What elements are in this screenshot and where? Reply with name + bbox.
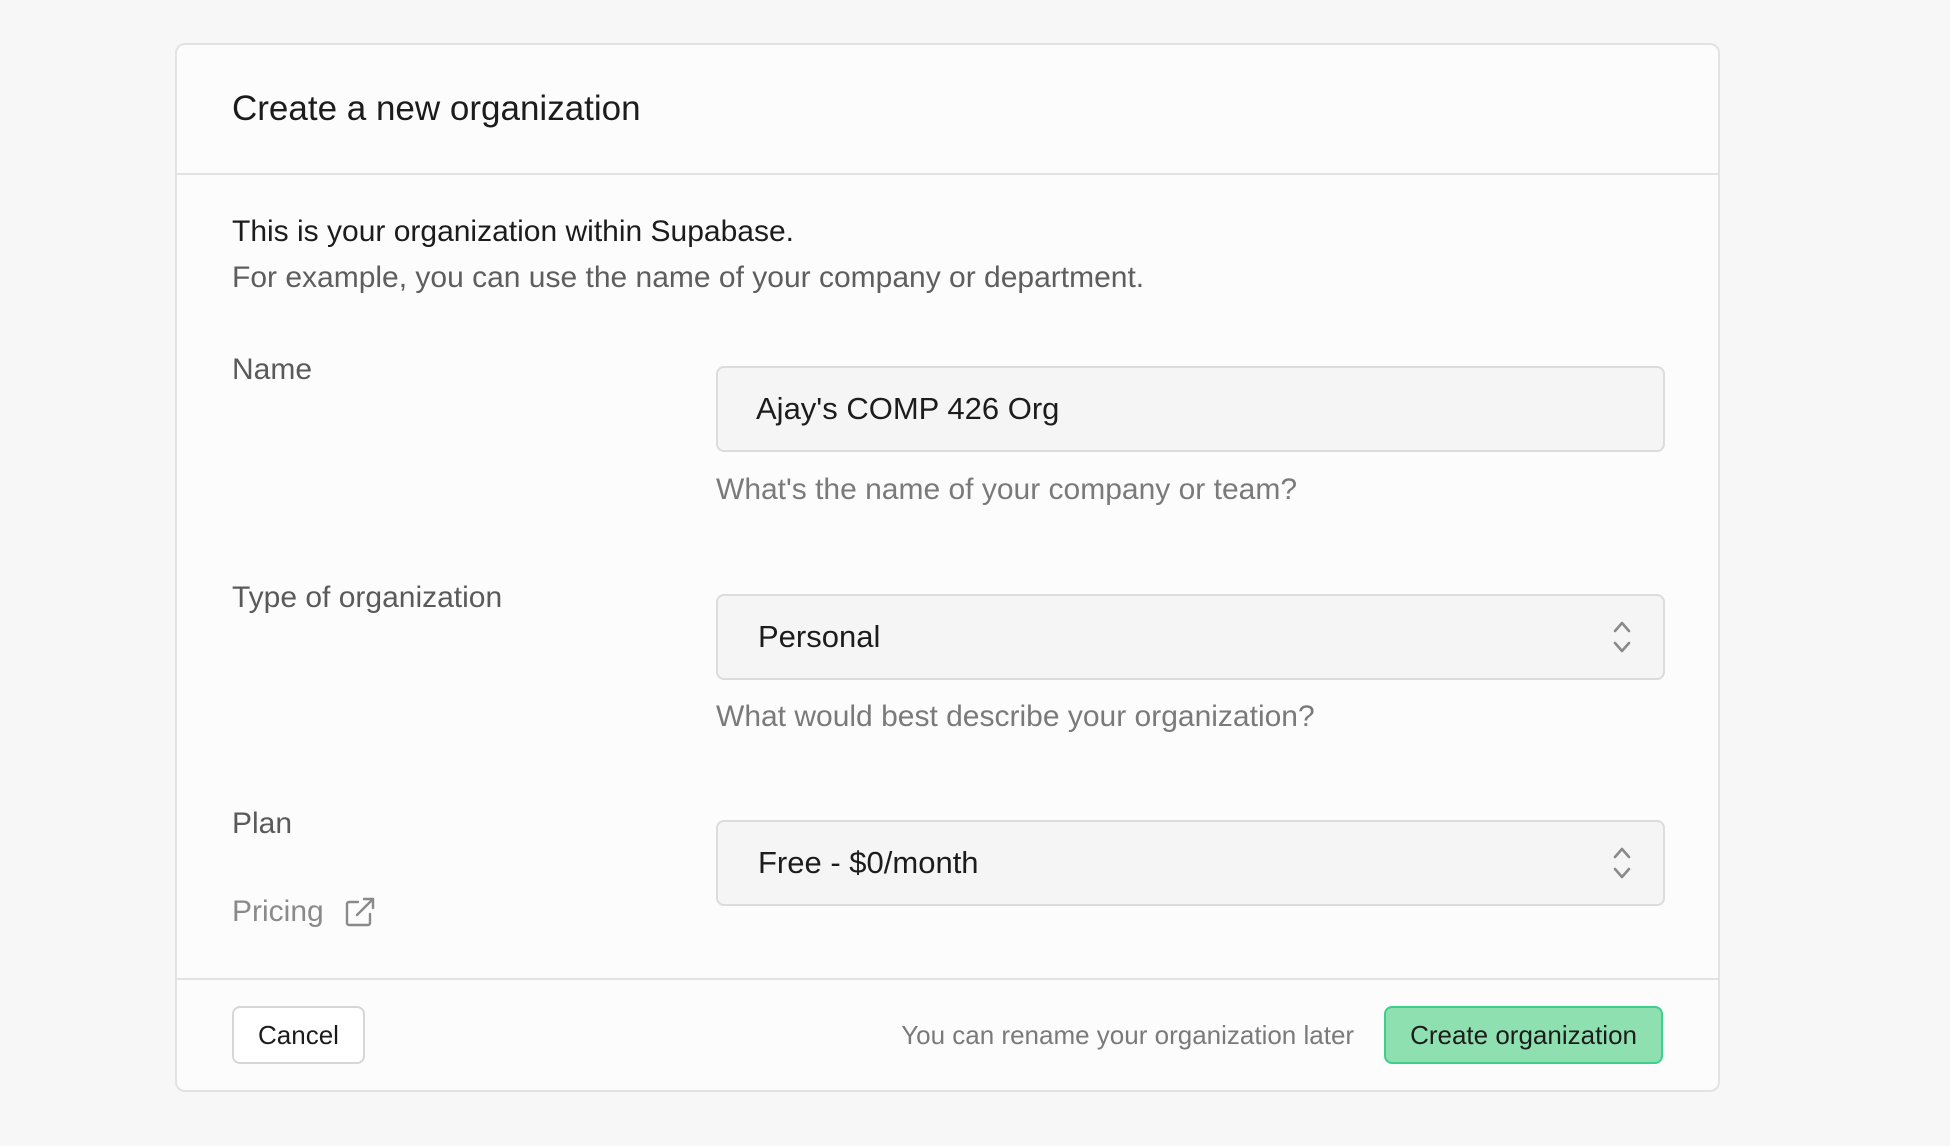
pricing-link-label: Pricing [232, 895, 324, 928]
create-organization-dialog: Create a new organization This is your o… [175, 43, 1720, 1092]
dialog-footer: Cancel You can rename your organization … [177, 978, 1718, 1090]
cancel-button[interactable]: Cancel [232, 1006, 365, 1064]
dialog-title: Create a new organization [232, 89, 641, 128]
create-organization-button[interactable]: Create organization [1384, 1006, 1663, 1064]
name-label: Name [232, 353, 313, 386]
dialog-body: This is your organization within Supabas… [177, 175, 1718, 982]
dialog-header: Create a new organization [177, 45, 1718, 175]
type-select[interactable]: Personal [716, 594, 1665, 680]
type-select-value: Personal [758, 619, 881, 654]
type-label: Type of organization [232, 581, 503, 614]
plan-label: Plan [232, 807, 293, 840]
type-help-text: What would best describe your organizati… [716, 700, 1315, 733]
external-link-icon [345, 897, 374, 927]
intro-subtext: For example, you can use the name of you… [232, 261, 1145, 294]
plan-select-value: Free - $0/month [758, 845, 979, 880]
chevron-up-down-icon [1613, 621, 1631, 653]
rename-note: You can rename your organization later [901, 1019, 1355, 1050]
chevron-up-down-icon [1613, 847, 1631, 879]
name-help-text: What's the name of your company or team? [716, 473, 1298, 506]
pricing-link[interactable]: Pricing [232, 895, 376, 929]
name-input-value: Ajay's COMP 426 Org [756, 391, 1060, 426]
intro-text: This is your organization within Supabas… [232, 215, 794, 248]
plan-select[interactable]: Free - $0/month [716, 820, 1665, 906]
footer-actions: You can rename your organization later C… [901, 1006, 1663, 1064]
name-input[interactable]: Ajay's COMP 426 Org [716, 366, 1665, 452]
